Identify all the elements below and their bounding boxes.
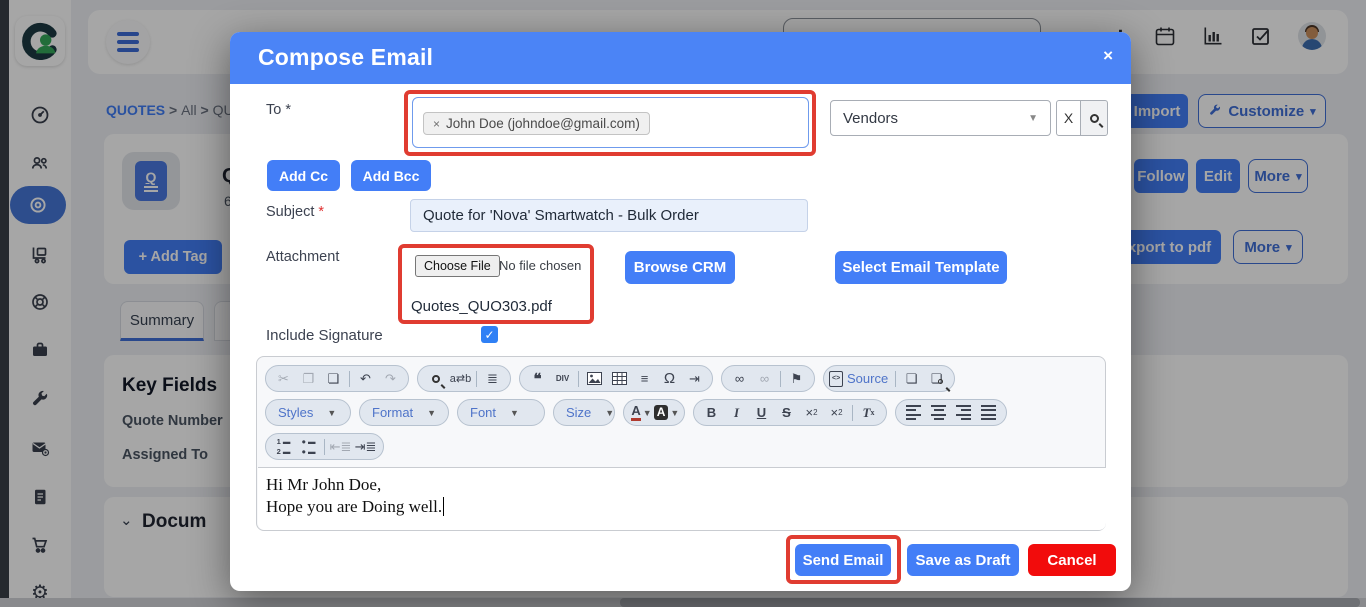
include-signature-checkbox[interactable]: ✓ — [481, 326, 498, 343]
bold-icon[interactable]: B — [699, 401, 724, 424]
email-body-line1: Hi Mr John Doe, — [266, 474, 1106, 496]
subject-label: Subject * — [266, 204, 324, 220]
source-button[interactable]: Source — [847, 371, 888, 386]
horizontal-rule-icon[interactable]: ≡ — [632, 367, 657, 390]
outdent-icon[interactable]: ⇤≣ — [328, 435, 353, 458]
copy-icon[interactable]: ❐ — [296, 367, 321, 390]
browse-crm-button[interactable]: Browse CRM — [625, 251, 735, 284]
app-window: ⚙ + QUOTES > All > QU Q QU 69 + Add Tag … — [0, 0, 1366, 607]
select-email-template-button[interactable]: Select Email Template — [835, 251, 1007, 284]
cut-icon[interactable]: ✂ — [271, 367, 296, 390]
email-body-line2: Hope you are Doing well. — [266, 497, 444, 516]
to-input[interactable]: × John Doe (johndoe@gmail.com) — [412, 97, 809, 148]
send-email-button[interactable]: Send Email — [795, 544, 891, 576]
chip-remove-icon[interactable]: × — [433, 117, 440, 131]
italic-icon[interactable]: I — [724, 401, 749, 424]
recipient-type-select[interactable]: Vendors▼ — [830, 100, 1051, 136]
choose-file-button[interactable]: Choose File — [415, 255, 500, 277]
subject-input[interactable]: Quote for 'Nova' Smartwatch - Bulk Order — [410, 199, 808, 232]
cancel-button[interactable]: Cancel — [1028, 544, 1116, 576]
include-signature-label: Include Signature — [266, 327, 383, 344]
blockquote-icon[interactable]: ❝ — [525, 367, 550, 390]
link-icon[interactable]: ∞ — [727, 367, 752, 390]
find-icon[interactable] — [423, 367, 448, 390]
attached-file-name: Quotes_QUO303.pdf — [411, 298, 552, 315]
replace-icon[interactable]: a⇄b — [448, 367, 473, 390]
bulleted-list-icon[interactable]: ● ▬● ▬ — [296, 435, 321, 458]
image-icon[interactable] — [582, 367, 607, 390]
background-color-icon[interactable]: A▼ — [654, 401, 679, 424]
align-justify-icon[interactable] — [976, 401, 1001, 424]
strikethrough-icon[interactable]: S — [774, 401, 799, 424]
font-dropdown[interactable]: Font▼ — [457, 399, 545, 426]
recipient-chip: × John Doe (johndoe@gmail.com) — [423, 112, 650, 135]
page-break-icon[interactable]: ⇥ — [682, 367, 707, 390]
redo-icon[interactable]: ↷ — [378, 367, 403, 390]
underline-icon[interactable]: U — [749, 401, 774, 424]
format-dropdown[interactable]: Format▼ — [359, 399, 449, 426]
indent-icon[interactable]: ⇥≣ — [353, 435, 378, 458]
attachment-label: Attachment — [266, 249, 339, 265]
superscript-icon[interactable]: ×2 — [824, 401, 849, 424]
save-as-draft-button[interactable]: Save as Draft — [907, 544, 1019, 576]
select-all-icon[interactable]: ≣ — [480, 367, 505, 390]
attachment-area: Choose File No file chosen Quotes_QUO303… — [398, 244, 594, 324]
to-label: To * — [266, 102, 291, 118]
close-icon[interactable]: × — [1103, 46, 1113, 66]
select-arrow-icon: ▼ — [1028, 113, 1038, 124]
modal-header: Compose Email × — [230, 32, 1131, 84]
size-dropdown[interactable]: Size▼ — [553, 399, 615, 426]
rich-text-editor: ✂ ❐ ❏ ↶ ↷ a⇄b ≣ ❝ DIV — [256, 356, 1106, 531]
undo-icon[interactable]: ↶ — [353, 367, 378, 390]
anchor-flag-icon[interactable]: ⚑ — [784, 367, 809, 390]
numbered-list-icon[interactable]: 1 ▬2 ▬ — [271, 435, 296, 458]
chip-label: John Doe (johndoe@gmail.com) — [446, 116, 640, 131]
clear-filter-button[interactable]: X — [1056, 100, 1081, 136]
align-right-icon[interactable] — [951, 401, 976, 424]
no-file-chosen-text: No file chosen — [499, 258, 581, 273]
div-container-icon[interactable]: DIV — [550, 367, 575, 390]
unlink-icon[interactable]: ∞ — [752, 367, 777, 390]
add-bcc-button[interactable]: Add Bcc — [351, 160, 431, 191]
table-icon[interactable] — [607, 367, 632, 390]
preview-icon[interactable]: ❏ — [924, 367, 949, 390]
styles-dropdown[interactable]: Styles▼ — [265, 399, 351, 426]
email-body-editor[interactable]: Hi Mr John Doe, Hope you are Doing well. — [258, 467, 1106, 530]
source-doc-icon: <> — [829, 371, 843, 387]
templates-icon[interactable]: ❏ — [899, 367, 924, 390]
align-center-icon[interactable] — [926, 401, 951, 424]
remove-format-icon[interactable]: Tx — [856, 401, 881, 424]
paste-icon[interactable]: ❏ — [321, 367, 346, 390]
subscript-icon[interactable]: ×2 — [799, 401, 824, 424]
search-recipient-button[interactable] — [1080, 100, 1108, 136]
special-char-icon[interactable]: Ω — [657, 367, 682, 390]
text-color-icon[interactable]: A▼ — [629, 401, 654, 424]
modal-title: Compose Email — [258, 44, 433, 71]
add-cc-button[interactable]: Add Cc — [267, 160, 340, 191]
search-icon — [1090, 114, 1099, 123]
compose-email-modal: Compose Email × To * × John Doe (johndoe… — [230, 32, 1131, 591]
align-left-icon[interactable] — [901, 401, 926, 424]
